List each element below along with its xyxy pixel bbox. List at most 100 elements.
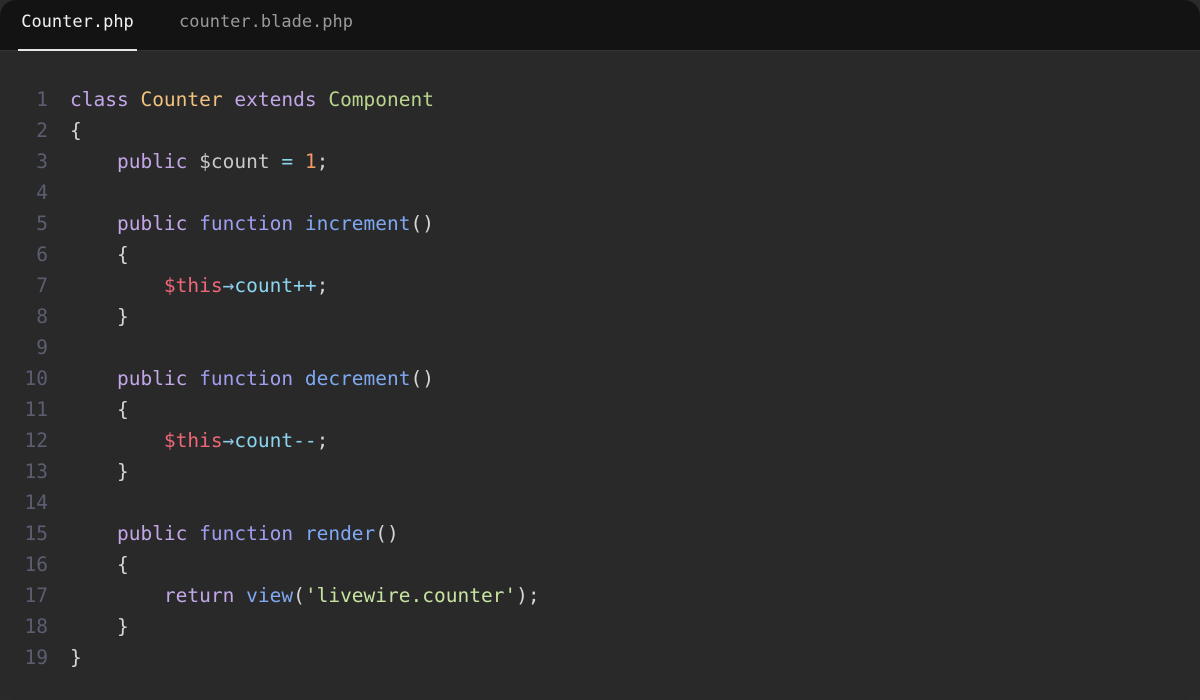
code-token: = xyxy=(281,150,294,173)
line-number: 2 xyxy=(36,119,48,142)
code-token: ; xyxy=(316,150,329,173)
line-code: $this→count--; xyxy=(70,425,328,456)
code-token: 'livewire.counter' xyxy=(304,584,517,607)
code-token: extends xyxy=(234,88,317,111)
line-code: } xyxy=(70,301,129,332)
line-code: } xyxy=(70,642,82,673)
tab-bar: Counter.php counter.blade.php xyxy=(0,0,1200,51)
code-token: public xyxy=(116,212,188,235)
code-token: function xyxy=(199,367,294,390)
code-token: ( xyxy=(293,584,305,607)
line-code: { xyxy=(70,115,82,146)
line-code: } xyxy=(70,611,129,642)
code-token: 1 xyxy=(304,150,317,173)
code-token: { xyxy=(70,398,129,421)
code-token: () xyxy=(410,212,434,235)
line-number: 8 xyxy=(36,305,48,328)
line-number: 12 xyxy=(24,429,48,452)
line-number: 15 xyxy=(24,522,48,545)
code-token: Counter xyxy=(140,88,223,111)
code-token: $count xyxy=(199,150,270,173)
line-code: return view('livewire.counter'); xyxy=(70,580,540,611)
line-number: 11 xyxy=(24,398,48,421)
line-number: 19 xyxy=(24,646,48,669)
code-token: } xyxy=(70,460,129,483)
line-code: { xyxy=(70,394,129,425)
code-token: → xyxy=(222,274,235,297)
code-token: → xyxy=(222,429,235,452)
line-code: { xyxy=(70,239,129,270)
code-token: increment xyxy=(304,212,411,235)
line-number: 18 xyxy=(24,615,48,638)
line-number: 6 xyxy=(36,243,48,266)
line-number: 4 xyxy=(36,181,48,204)
code-area[interactable]: 1 class Counter extends Component 2 {3 publ… xyxy=(0,51,1200,700)
line-number: 7 xyxy=(36,274,48,297)
code-token: { xyxy=(70,119,82,142)
tab-counter-blade-php[interactable]: counter.blade.php xyxy=(179,0,353,51)
line-number: 10 xyxy=(24,367,48,390)
code-token: function xyxy=(199,212,294,235)
code-token: Component xyxy=(328,88,434,111)
line-number: 5 xyxy=(36,212,48,235)
code-token: count xyxy=(234,429,294,452)
code-token: function xyxy=(199,522,294,545)
code-token: () xyxy=(410,367,434,390)
code-token: () xyxy=(375,522,399,545)
code-token: ; xyxy=(316,429,329,452)
code-token: $this xyxy=(163,274,223,297)
tab-counter-php[interactable]: Counter.php xyxy=(18,0,137,51)
line-number: 16 xyxy=(24,553,48,576)
code-token: view xyxy=(246,584,294,607)
code-token: render xyxy=(304,522,376,545)
line-number: 9 xyxy=(36,336,48,359)
code-token: ++ xyxy=(293,274,317,297)
code-token: class xyxy=(70,88,129,111)
code-token: decrement xyxy=(304,367,411,390)
line-number: 13 xyxy=(24,460,48,483)
code-token: ; xyxy=(316,274,329,297)
line-code: { xyxy=(70,549,129,580)
line-code: } xyxy=(70,456,129,487)
code-token: { xyxy=(70,243,129,266)
line-code: public function decrement() xyxy=(70,363,434,394)
code-token: return xyxy=(163,584,235,607)
line-code: public function render() xyxy=(70,518,399,549)
line-code: $this→count++; xyxy=(70,270,328,301)
line-code: public $count = 1; xyxy=(70,146,328,177)
code-token: count xyxy=(234,274,294,297)
code-token: } xyxy=(70,615,129,638)
code-token: { xyxy=(70,553,129,576)
code-token: public xyxy=(116,150,188,173)
code-token: public xyxy=(116,367,188,390)
code-token: public xyxy=(116,522,188,545)
line-code: class Counter extends Component xyxy=(70,84,434,115)
code-token: $this xyxy=(163,429,223,452)
line-number: 17 xyxy=(24,584,48,607)
line-number: 1 xyxy=(36,88,48,111)
code-token: -- xyxy=(293,429,317,452)
line-number: 3 xyxy=(36,150,48,173)
line-code: public function increment() xyxy=(70,208,434,239)
code-editor-window: Counter.php counter.blade.php 1 class Cou… xyxy=(0,0,1200,700)
